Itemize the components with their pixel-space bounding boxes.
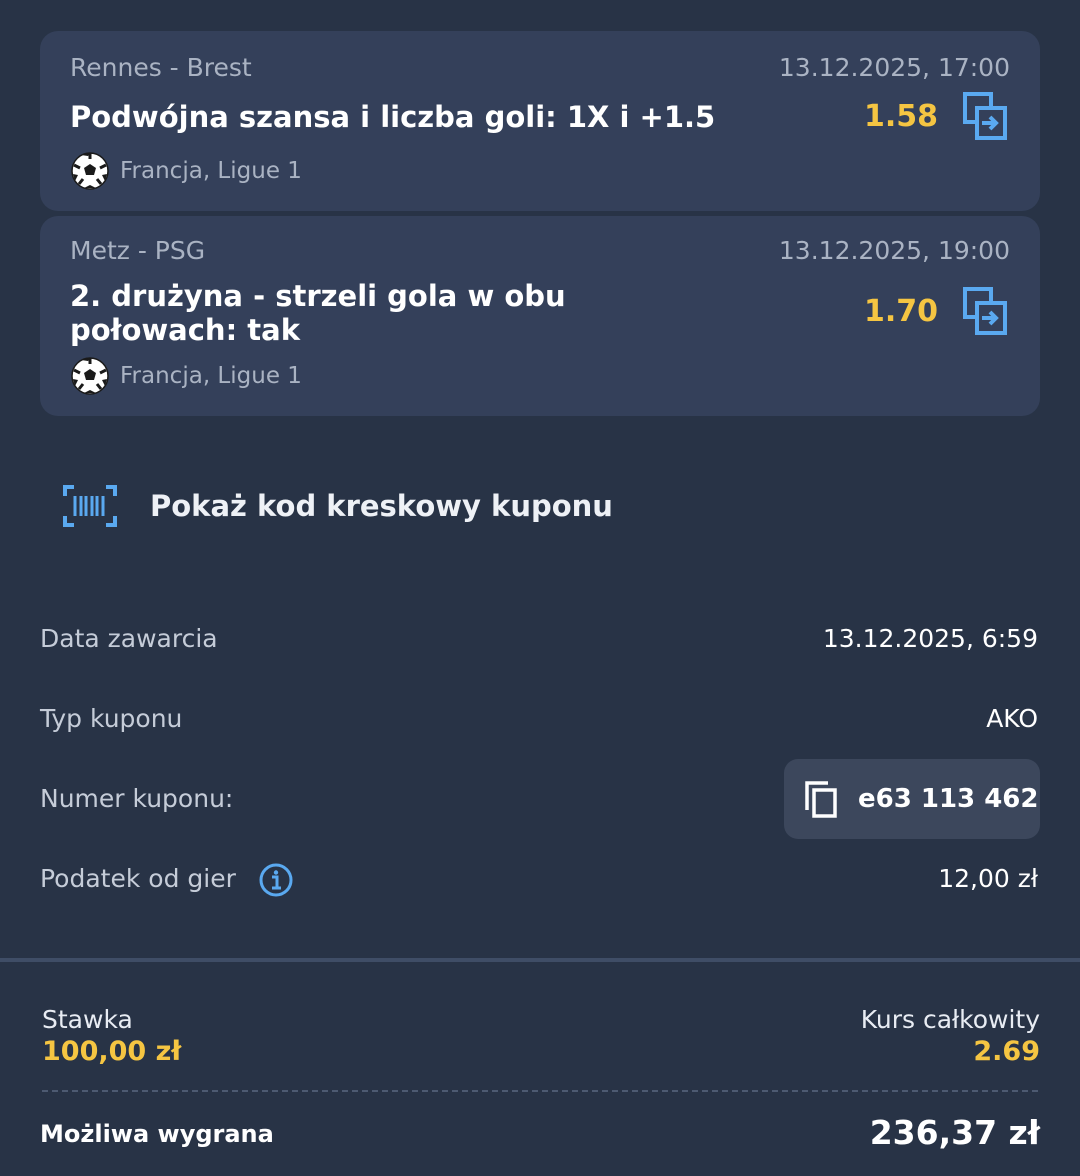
tax-label: Podatek od gier: [40, 864, 236, 893]
event-card[interactable]: Rennes - Brest 13.12.2025, 17:00 Podwójn…: [40, 31, 1040, 211]
dashed-divider: [42, 1090, 1038, 1092]
event-teams: Metz - PSG: [70, 236, 206, 265]
date-label: Data zawarcia: [40, 624, 218, 653]
event-league: Francja, Ligue 1: [120, 363, 302, 389]
barcode-icon: [63, 485, 117, 527]
section-divider: [0, 958, 1080, 962]
event-market: Podwójna szansa i liczba goli: 1X i +1.5: [70, 100, 716, 134]
stake-label: Stawka: [42, 1005, 133, 1034]
event-odds: 1.58: [863, 99, 938, 134]
soccer-ball-icon: [71, 357, 109, 395]
possible-win-value: 236,37 zł: [869, 1113, 1040, 1152]
coupon-type-label: Typ kuponu: [40, 704, 183, 733]
event-teams: Rennes - Brest: [70, 53, 252, 82]
event-card[interactable]: Metz - PSG 13.12.2025, 19:00 2. drużyna …: [40, 216, 1040, 416]
total-odds-label: Kurs całkowity: [860, 1005, 1040, 1034]
show-barcode-label: Pokaż kod kreskowy kuponu: [150, 489, 613, 523]
event-datetime: 13.12.2025, 19:00: [778, 236, 1010, 265]
possible-win-label: Możliwa wygrana: [40, 1120, 274, 1148]
show-barcode-button[interactable]: Pokaż kod kreskowy kuponu: [62, 484, 613, 528]
event-league: Francja, Ligue 1: [120, 158, 302, 184]
copy-to-bet-icon[interactable]: [962, 91, 1010, 143]
copy-coupon-number-button[interactable]: e63 113 462: [784, 759, 1040, 839]
date-value: 13.12.2025, 6:59: [822, 624, 1038, 653]
coupon-number-label: Numer kuponu:: [40, 784, 234, 813]
soccer-ball-icon: [71, 152, 109, 190]
event-league-row: Francja, Ligue 1: [70, 151, 302, 191]
tax-value: 12,00 zł: [938, 864, 1038, 893]
stake-value: 100,00 zł: [42, 1036, 182, 1067]
coupon-type-value: AKO: [986, 704, 1038, 733]
event-market: 2. drużyna - strzeli gola w obu połowach…: [70, 279, 566, 347]
info-icon[interactable]: [258, 862, 294, 898]
coupon-details-screen: Rennes - Brest 13.12.2025, 17:00 Podwójn…: [0, 0, 1080, 1176]
event-datetime: 13.12.2025, 17:00: [778, 53, 1010, 82]
total-odds-value: 2.69: [973, 1036, 1040, 1067]
event-odds: 1.70: [863, 294, 938, 329]
event-league-row: Francja, Ligue 1: [70, 356, 302, 396]
coupon-number-value: e63 113 462: [858, 784, 1039, 814]
copy-to-bet-icon[interactable]: [962, 286, 1010, 338]
copy-icon: [805, 781, 837, 818]
